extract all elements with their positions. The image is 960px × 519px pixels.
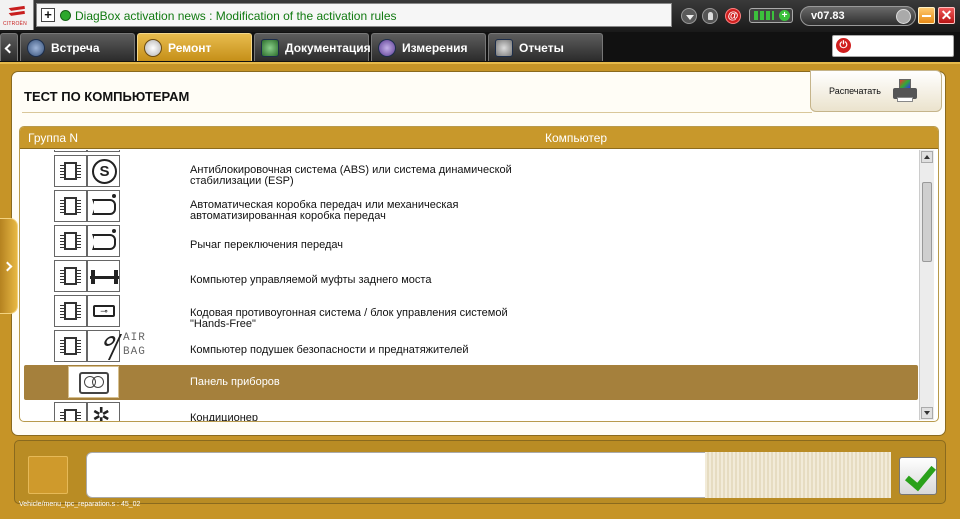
column-header-computer[interactable]: Компьютер xyxy=(545,131,607,145)
power-icon[interactable]: ⏻ xyxy=(836,38,851,53)
side-panel-toggle[interactable] xyxy=(0,218,18,314)
message-area-tail xyxy=(705,452,891,498)
scroll-down-icon[interactable] xyxy=(921,407,933,419)
version-indicator[interactable]: v07.83 xyxy=(800,6,916,26)
tab-label: Отчеты xyxy=(519,41,564,55)
news-text[interactable]: DiagBox activation news : Modification o… xyxy=(75,9,397,23)
table-row[interactable]: Рычаг переключения передач xyxy=(20,224,918,259)
citroen-logo: CITROËN xyxy=(0,0,34,30)
row-label: Компьютер управляемой муфты заднего мост… xyxy=(190,274,432,286)
tab-reports[interactable]: Отчеты xyxy=(488,33,603,61)
close-button[interactable]: ✕ xyxy=(938,7,955,24)
table-row[interactable]: Автоматическая коробка передач или механ… xyxy=(20,189,918,224)
tab-label: Встреча xyxy=(51,41,100,55)
scroll-thumb[interactable] xyxy=(922,182,932,262)
print-label: Распечатать xyxy=(829,86,881,96)
version-text: v07.83 xyxy=(811,10,845,22)
tab-measurements[interactable]: Измерения xyxy=(371,33,486,61)
tab-label: Ремонт xyxy=(168,41,212,55)
row-label-line2: стабилизации (ESP) xyxy=(190,175,294,187)
table-row[interactable]: AIR BAG Компьютер подушек безопасности и… xyxy=(20,329,918,364)
table-row[interactable]: Компьютер управляемой муфты заднего мост… xyxy=(20,259,918,294)
news-bar[interactable]: + DiagBox activation news : Modification… xyxy=(36,3,672,27)
meeting-icon xyxy=(27,39,45,57)
minimize-button[interactable] xyxy=(918,7,935,24)
ecu-chip-icon xyxy=(54,150,87,152)
tab-meeting[interactable]: Встреча xyxy=(20,33,135,61)
message-area xyxy=(86,452,706,498)
footer-path: Vehicle/menu_tpc_reparation.s : 45_02 xyxy=(19,501,141,508)
row-label: Рычаг переключения передач xyxy=(190,239,344,251)
user-icon[interactable] xyxy=(702,8,718,24)
content-panel: ТЕСТ ПО КОМПЬЮТЕРАМ Распечатать Группа N… xyxy=(11,70,946,436)
system-icon xyxy=(87,150,120,152)
row-label: Панель приборов xyxy=(190,376,280,388)
abs-icon: S xyxy=(87,155,120,187)
table-body: S Антиблокировочная система (ABS) или си… xyxy=(20,150,918,421)
validate-button[interactable] xyxy=(899,457,937,495)
battery-plus-icon: + xyxy=(779,10,790,21)
ecu-table: Группа N Компьютер S Антиблокировочная с… xyxy=(19,126,939,422)
table-header: Группа N Компьютер xyxy=(20,127,938,149)
table-row[interactable]: S Антиблокировочная система (ABS) или си… xyxy=(20,154,918,189)
table-row-selected[interactable]: Панель приборов xyxy=(24,365,918,400)
airbag-icon: AIR BAG xyxy=(123,332,146,358)
ecu-chip-icon xyxy=(54,190,87,222)
seatbelt-icon xyxy=(85,330,123,362)
main-area: ТЕСТ ПО КОМПЬЮТЕРАМ Распечатать Группа N… xyxy=(0,62,960,519)
magnifier-icon xyxy=(144,39,162,57)
ecu-chip-icon xyxy=(54,402,87,421)
logo-text: CITROËN xyxy=(3,21,27,27)
battery-icon[interactable]: + xyxy=(749,8,793,23)
ecu-chip-icon xyxy=(54,260,87,292)
column-header-group[interactable]: Группа N xyxy=(28,131,78,145)
scroll-up-icon[interactable] xyxy=(921,151,933,163)
waveform-icon xyxy=(378,39,396,57)
vertical-scrollbar[interactable] xyxy=(919,150,934,420)
refresh-icon[interactable] xyxy=(896,9,911,24)
tab-label: Измерения xyxy=(402,41,468,55)
row-label: Кондиционер xyxy=(190,412,259,422)
print-button[interactable]: Распечатать xyxy=(810,70,942,112)
fan-icon: ✲ xyxy=(87,402,120,421)
row-label-line2: автоматизированная коробка передач xyxy=(190,210,386,222)
ecu-chip-icon xyxy=(54,295,87,327)
report-icon xyxy=(495,39,513,57)
dashboard-icon xyxy=(68,366,119,398)
tab-repair[interactable]: Ремонт xyxy=(137,33,252,61)
ecu-chip-icon xyxy=(54,225,87,257)
gearbox-icon xyxy=(87,190,120,222)
page-title: ТЕСТ ПО КОМПЬЮТЕРАМ xyxy=(24,89,190,104)
book-icon xyxy=(261,39,279,57)
ecu-chip-icon xyxy=(54,330,87,362)
status-dot-icon xyxy=(60,10,71,21)
bottom-bar xyxy=(14,440,946,504)
tab-back-button[interactable] xyxy=(0,33,18,61)
key-icon: ⊸ xyxy=(87,295,120,327)
expand-news-icon[interactable]: + xyxy=(41,8,55,22)
main-tabs: Встреча Ремонт Документация Измерения От… xyxy=(0,32,960,62)
status-indicator xyxy=(28,456,68,494)
ecu-chip-icon xyxy=(54,155,87,187)
axle-icon xyxy=(87,260,120,292)
printer-icon xyxy=(893,79,917,105)
tab-label: Документация xyxy=(285,41,371,55)
download-icon[interactable] xyxy=(681,8,697,24)
table-row[interactable]: ⊸ Кодовая противоугонная система / блок … xyxy=(20,294,918,330)
mail-icon[interactable]: @ xyxy=(725,8,741,24)
row-label: Компьютер подушек безопасности и преднат… xyxy=(190,344,469,356)
gear-lever-icon xyxy=(87,225,120,257)
title-divider xyxy=(22,112,812,113)
tab-documentation[interactable]: Документация xyxy=(254,33,371,61)
title-bar: CITROËN + DiagBox activation news : Modi… xyxy=(0,0,960,32)
table-row[interactable]: ✲ Кондиционер xyxy=(20,401,918,421)
